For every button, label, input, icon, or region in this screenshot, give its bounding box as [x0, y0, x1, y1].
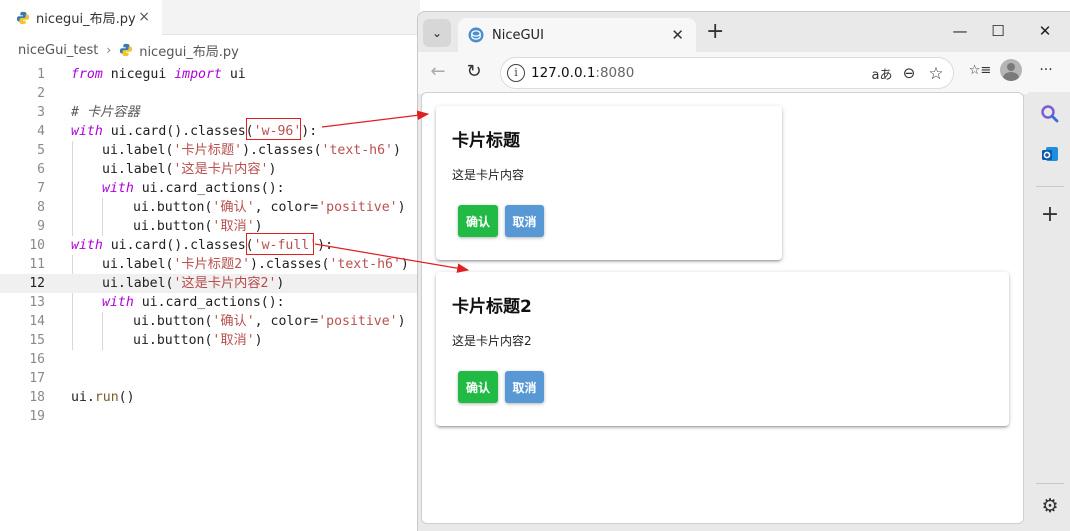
line-number: 9	[37, 219, 45, 234]
add-icon[interactable]: +	[1040, 204, 1060, 226]
breadcrumb-folder[interactable]: niceGui_test	[18, 43, 98, 58]
card-content: 这是卡片内容2	[452, 334, 532, 348]
browser-tab-title: NiceGUI	[492, 27, 544, 43]
editor-tab-nicegui-layout[interactable]: nicegui_布局.py ×	[0, 0, 162, 35]
code-line-active: 12 ui.label('这是卡片内容2')	[0, 274, 420, 293]
back-arrow-icon[interactable]: ←	[426, 61, 450, 82]
line-number: 5	[37, 143, 45, 158]
code-line: 10 with ui.card().classes('w-full'):	[0, 236, 420, 255]
annotation-box-wfull	[246, 233, 314, 255]
browser-sidebar: + ⚙	[1028, 92, 1070, 531]
editor-tab-bar: nicegui_布局.py ×	[0, 0, 420, 35]
line-number: 19	[29, 409, 45, 424]
breadcrumb-file[interactable]: nicegui_布局.py	[139, 41, 239, 60]
code-line: 13 with ui.card_actions():	[0, 293, 420, 312]
line-number: 16	[29, 352, 45, 367]
code-line: 4 with ui.card().classes('w-96'):	[0, 122, 420, 141]
code-line: 9 ui.button('取消')	[0, 217, 420, 236]
nicegui-favicon-icon	[468, 27, 484, 43]
code-line: 2	[0, 84, 420, 103]
code-line: 5 ui.label('卡片标题').classes('text-h6')	[0, 141, 420, 160]
read-aloud-icon[interactable]: aあ	[869, 64, 895, 83]
search-icon[interactable]	[1040, 104, 1060, 124]
reload-icon[interactable]: ↻	[462, 61, 486, 82]
favorite-star-icon[interactable]: ☆	[926, 64, 946, 84]
confirm-button[interactable]: 确认	[458, 371, 498, 403]
card-title: 卡片标题	[452, 131, 520, 151]
favorites-icon[interactable]: ☆≡	[966, 63, 994, 78]
sidebar-divider	[1036, 186, 1064, 187]
line-number: 4	[37, 124, 45, 139]
code-line: 8 ui.button('确认', color='positive')	[0, 198, 420, 217]
code-line: 6 ui.label('这是卡片内容')	[0, 160, 420, 179]
code-editor: nicegui_布局.py × niceGui_test › nicegui_布…	[0, 0, 420, 531]
close-icon[interactable]: ×	[138, 9, 150, 25]
code-comment: # 卡片容器	[71, 105, 140, 120]
address-url: 127.0.0.1:8080	[531, 65, 635, 81]
browser-toolbar: ← ↻ i 127.0.0.1:8080 aあ ⊖ ☆ ☆≡ ···	[418, 52, 1070, 94]
page-viewport: 卡片标题 这是卡片内容 确认 取消 卡片标题2 这是卡片内容2 确认 取消	[421, 92, 1024, 524]
card-content: 这是卡片内容	[452, 168, 525, 182]
code-line: 19	[0, 407, 420, 426]
code-line: 17	[0, 369, 420, 388]
code-line: 7 with ui.card_actions():	[0, 179, 420, 198]
line-number: 6	[37, 162, 45, 177]
code-line: 16	[0, 350, 420, 369]
close-icon[interactable]: ✕	[671, 26, 684, 44]
card-title: 卡片标题2	[452, 297, 532, 317]
line-number: 17	[29, 371, 45, 386]
line-number: 8	[37, 200, 45, 215]
python-file-icon	[120, 43, 133, 57]
maximize-button[interactable]: ☐	[988, 22, 1008, 40]
browser-window: ⌄ NiceGUI ✕ + — ☐ ✕ ← ↻ i 127.0.0.1:8080…	[417, 11, 1070, 531]
code-line: 18 ui.run()	[0, 388, 420, 407]
line-number: 15	[29, 333, 45, 348]
cancel-button[interactable]: 取消	[505, 371, 544, 403]
cancel-button[interactable]: 取消	[505, 205, 544, 237]
code-line: 15 ui.button('取消')	[0, 331, 420, 350]
line-number: 1	[37, 67, 45, 82]
outlook-icon[interactable]	[1040, 144, 1060, 164]
site-info-icon[interactable]: i	[507, 64, 525, 82]
line-number: 7	[37, 181, 45, 196]
line-number: 14	[29, 314, 45, 329]
line-number: 2	[37, 86, 45, 101]
gear-icon[interactable]: ⚙	[1040, 495, 1060, 517]
line-number: 3	[37, 105, 45, 120]
browser-tab-strip: ⌄ NiceGUI ✕ + — ☐ ✕	[418, 12, 1070, 52]
tab-search-button[interactable]: ⌄	[423, 19, 451, 47]
chevron-right-icon: ›	[106, 43, 112, 57]
code-line: 3 # 卡片容器	[0, 103, 420, 122]
code-area[interactable]: 1 from nicegui import ui 2 3 # 卡片容器 4 with …	[0, 65, 420, 426]
code-line: 1 from nicegui import ui	[0, 65, 420, 84]
line-number: 12	[29, 276, 45, 291]
line-number: 18	[29, 390, 45, 405]
line-number: 10	[29, 238, 45, 253]
python-file-icon	[16, 11, 30, 24]
breadcrumb: niceGui_test › nicegui_布局.py	[18, 40, 239, 60]
code-line: 14 ui.button('确认', color='positive')	[0, 312, 420, 331]
window-close-button[interactable]: ✕	[1035, 22, 1055, 40]
browser-tab-nicegui[interactable]: NiceGUI ✕	[458, 18, 696, 52]
sidebar-divider	[1036, 483, 1064, 484]
card-wfull: 卡片标题2 这是卡片内容2 确认 取消	[436, 272, 1009, 426]
card-w96: 卡片标题 这是卡片内容 确认 取消	[436, 106, 782, 260]
new-tab-button[interactable]: +	[706, 20, 724, 44]
zoom-icon[interactable]: ⊖	[899, 64, 919, 82]
confirm-button[interactable]: 确认	[458, 205, 498, 237]
editor-tab-label: nicegui_布局.py	[36, 12, 136, 27]
more-menu-icon[interactable]: ···	[1034, 62, 1058, 78]
annotation-box-w96	[246, 118, 301, 140]
minimize-button[interactable]: —	[950, 22, 970, 40]
line-number: 13	[29, 295, 45, 310]
line-number: 11	[29, 257, 45, 272]
avatar[interactable]	[1000, 59, 1022, 81]
address-bar[interactable]: i 127.0.0.1:8080 aあ ⊖ ☆	[500, 57, 954, 89]
code-line: 11 ui.label('卡片标题2').classes('text-h6')	[0, 255, 420, 274]
